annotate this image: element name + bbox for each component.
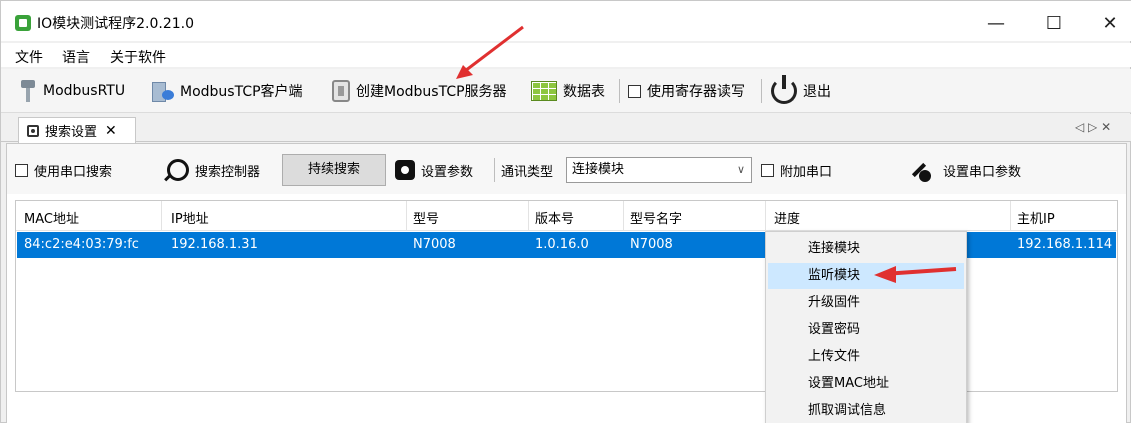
annotation-arrows (456, 25, 957, 283)
arrow-to-server-button (456, 25, 524, 79)
app-window: IO模块测试程序2.0.21.0 — ☐ ✕ 文件 语言 关于软件 Modbus… (0, 0, 1131, 423)
arrow-to-monitor-item (874, 266, 957, 283)
